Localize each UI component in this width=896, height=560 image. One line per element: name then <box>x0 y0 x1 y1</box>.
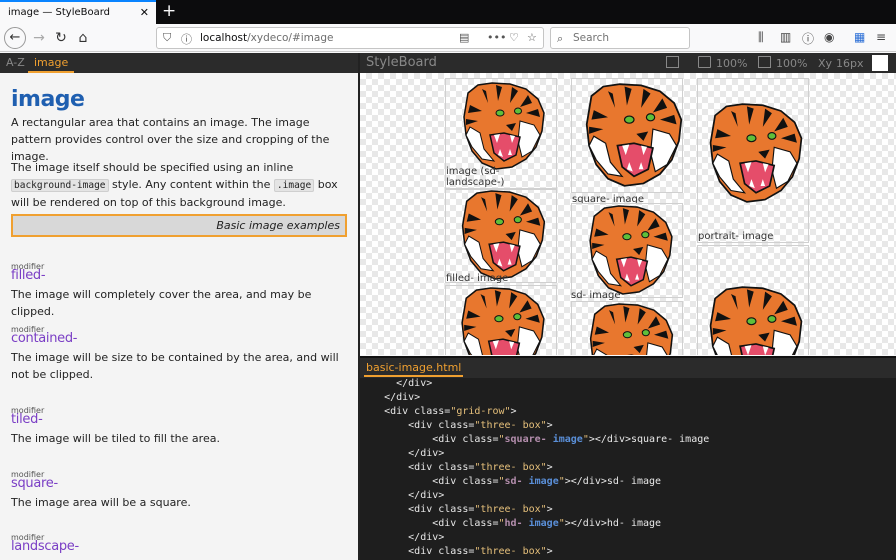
image-example-box <box>697 245 809 355</box>
url-bar[interactable]: ⛉ ⓘ localhost/xydeco/#image ▤ ••• ♡ ☆ <box>156 27 544 49</box>
zoom-icon[interactable] <box>698 56 711 68</box>
code-line: </div> <box>360 392 421 403</box>
code-file-tab[interactable]: basic-image.html <box>364 361 464 377</box>
tiger-image <box>585 83 683 187</box>
example-label: portrait- image <box>698 231 774 242</box>
code-tab-bar: basic-image.html <box>360 356 896 378</box>
search-icon: ⌕ <box>557 32 564 45</box>
code-line: <div class="three- box"> <box>360 504 553 515</box>
modifier-description: The image area will be a square. <box>11 496 191 509</box>
modifier-filled[interactable]: filled- <box>11 268 46 283</box>
browser-tab-title: image — StyleBoard <box>8 7 111 18</box>
example-label: image (sd- landscape-) <box>446 166 505 188</box>
usage-text: The image itself should be specified usi… <box>11 161 338 209</box>
image-example-box <box>697 78 809 243</box>
account-icon[interactable]: ◉ <box>824 30 834 44</box>
tiger-image <box>461 190 546 280</box>
browser-tab-bar: image — StyleBoard ✕ + <box>0 0 896 24</box>
browser-tab[interactable]: image — StyleBoard ✕ <box>0 0 156 24</box>
tiger-image <box>589 205 673 295</box>
code-line: <div class="grid-row"> <box>360 406 517 417</box>
example-label: sd- image <box>571 290 621 301</box>
font-size-value[interactable]: 16px <box>836 57 864 70</box>
code-line: <div class="square- image"></div>square-… <box>360 434 710 445</box>
modifier-tiled[interactable]: tiled- <box>11 412 43 427</box>
code-line: <div class="sd- image"></div>sd- image <box>360 476 662 487</box>
left-tab-bar: A-Z image <box>0 53 358 73</box>
scale-level[interactable]: 100% <box>776 57 807 70</box>
search-bar[interactable]: ⌕ Search <box>550 27 690 49</box>
url-text: localhost/xydeco/#image <box>200 32 334 44</box>
zoom-level[interactable]: 100% <box>716 57 747 70</box>
code-line: <div class="three- box"> <box>360 546 553 557</box>
library-icon[interactable]: ⫼ <box>758 30 764 45</box>
tiger-image <box>589 303 674 355</box>
back-arrow-icon[interactable]: ← <box>4 27 26 49</box>
image-class-code: .image <box>273 179 315 192</box>
image-example-box <box>571 203 683 298</box>
new-tab-button[interactable]: + <box>162 1 176 21</box>
modifier-landscape[interactable]: landscape- <box>11 539 79 554</box>
code-line: </div> <box>360 490 445 501</box>
tiger-image <box>709 103 803 203</box>
page-actions-icon[interactable]: ••• <box>487 31 506 44</box>
tiger-image <box>709 286 803 355</box>
modifier-description: The image will completely cover the area… <box>11 288 312 318</box>
image-example-box <box>571 301 683 355</box>
tiger-image <box>463 82 545 170</box>
intro-text: A rectangular area that contains an imag… <box>11 116 330 163</box>
tab-a-z[interactable]: A-Z <box>6 56 25 69</box>
extensions-icon[interactable]: ▦ <box>854 30 865 44</box>
extension-info-icon[interactable]: ⓘ <box>802 30 814 47</box>
scale-icon[interactable] <box>758 56 771 68</box>
search-input[interactable]: Search <box>573 32 609 44</box>
tiger-image <box>461 287 545 355</box>
shield-icon[interactable]: ⛉ <box>163 31 171 45</box>
info-icon[interactable]: ⓘ <box>181 31 192 47</box>
modifier-square[interactable]: square- <box>11 476 58 491</box>
code-line: </div> <box>360 532 445 543</box>
home-icon[interactable]: ⌂ <box>72 27 94 49</box>
examples-button[interactable]: Basic image examples <box>11 214 347 237</box>
image-example-box <box>445 188 557 283</box>
code-line: </div> <box>360 378 433 389</box>
preview-canvas: image (sd- landscape-) filled- image squ… <box>360 73 896 355</box>
modifier-description: The image will be tiled to fill the area… <box>11 432 220 445</box>
code-line: <div class="hd- image"></div>hd- image <box>360 518 662 529</box>
code-line: </div> <box>360 448 445 459</box>
pocket-icon[interactable]: ♡ <box>509 31 519 44</box>
bookmark-star-icon[interactable]: ☆ <box>527 31 537 44</box>
navigation-toolbar: ← → ↻ ⌂ ⛉ ⓘ localhost/xydeco/#image ▤ ••… <box>0 24 896 52</box>
menu-icon[interactable]: ≡ <box>876 30 886 44</box>
styleboard-title: StyleBoard <box>366 55 437 70</box>
source-code-pane: </div> </div> <div class="grid-row"> <di… <box>360 378 896 560</box>
modifier-contained[interactable]: contained- <box>11 331 78 346</box>
code-line: <div class="three- box"> <box>360 420 553 431</box>
background-color-swatch[interactable] <box>872 55 888 71</box>
close-tab-icon[interactable]: ✕ <box>140 6 149 19</box>
forward-arrow-icon[interactable]: → <box>28 27 50 49</box>
sidebar-icon[interactable]: ▥ <box>780 30 791 44</box>
styleboard-toolbar: StyleBoard 100% 100% Xy 16px <box>360 53 896 73</box>
tab-image[interactable]: image <box>28 55 75 73</box>
modifier-description: The image will be size to be contained b… <box>11 351 339 381</box>
background-image-code: background-image <box>11 179 109 192</box>
font-size-icon[interactable]: Xy <box>818 57 832 70</box>
documentation-pane: image A rectangular area that contains a… <box>0 73 358 560</box>
image-example-box <box>445 285 557 355</box>
grid-toggle-icon[interactable] <box>666 56 679 68</box>
page-title: image <box>11 87 85 112</box>
reader-view-icon[interactable]: ▤ <box>459 31 469 44</box>
reload-icon[interactable]: ↻ <box>50 27 72 49</box>
image-example-box <box>571 78 683 193</box>
code-line: <div class="three- box"> <box>360 462 553 473</box>
example-label: filled- image <box>446 273 509 284</box>
